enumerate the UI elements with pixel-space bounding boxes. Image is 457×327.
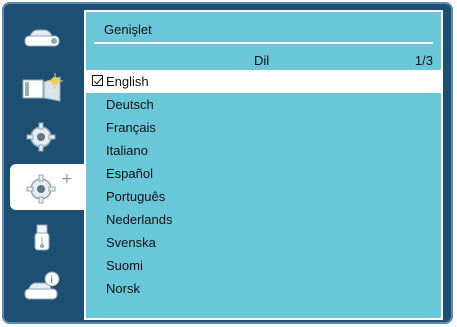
language-item-svenska[interactable]: Svenska <box>86 231 441 254</box>
language-label: Nederlands <box>106 212 173 227</box>
language-list: English Deutsch Français Italiano Españo… <box>86 70 441 300</box>
camera-icon <box>24 29 60 47</box>
language-item-norsk[interactable]: Norsk <box>86 277 441 300</box>
language-label: Norsk <box>106 281 140 296</box>
language-label: Português <box>106 189 166 204</box>
language-item-nederlands[interactable]: Nederlands <box>86 208 441 231</box>
language-item-francais[interactable]: Français <box>86 116 441 139</box>
usb-icon <box>34 224 50 251</box>
language-label: Español <box>106 166 153 181</box>
checkmark-icon <box>92 75 103 86</box>
language-item-italiano[interactable]: Italiano <box>86 139 441 162</box>
projector-display-icon <box>22 73 63 102</box>
language-item-suomi[interactable]: Suomi <box>86 254 441 277</box>
language-label: Italiano <box>106 143 148 158</box>
language-label: Français <box>106 120 156 135</box>
section-header: Dil 1/3 <box>86 50 441 70</box>
sidebar-item-display[interactable] <box>10 64 76 110</box>
sidebar-item-usb[interactable] <box>10 214 76 260</box>
camera-info-icon: i <box>24 271 60 300</box>
menu-frame: + i Genişlet Dil 1/3 English Deutsch Fra… <box>2 2 453 324</box>
language-label: Suomi <box>106 258 143 273</box>
panel-title: Genişlet <box>104 22 152 37</box>
language-item-portugues[interactable]: Português <box>86 185 441 208</box>
sidebar-item-settings[interactable] <box>10 114 76 160</box>
gear-plus-icon: + <box>26 171 73 204</box>
sidebar-item-picture[interactable] <box>10 14 76 60</box>
sidebar-item-info[interactable]: i <box>10 264 76 310</box>
sidebar-item-advanced-settings[interactable]: + <box>10 164 84 210</box>
svg-text:i: i <box>50 275 53 286</box>
language-item-deutsch[interactable]: Deutsch <box>86 93 441 116</box>
svg-text:+: + <box>61 171 73 187</box>
language-item-english[interactable]: English <box>86 70 441 93</box>
language-label: English <box>106 74 149 89</box>
language-item-espanol[interactable]: Español <box>86 162 441 185</box>
screen: + i Genişlet Dil 1/3 English Deutsch Fra… <box>0 0 457 327</box>
section-title: Dil <box>254 53 270 68</box>
title-divider <box>94 42 433 44</box>
sidebar: + i <box>10 10 84 320</box>
language-panel: Genişlet Dil 1/3 English Deutsch Françai… <box>84 10 443 320</box>
language-label: Deutsch <box>106 97 154 112</box>
language-label: Svenska <box>106 235 156 250</box>
page-indicator: 1/3 <box>414 53 433 68</box>
gear-icon <box>26 122 56 152</box>
